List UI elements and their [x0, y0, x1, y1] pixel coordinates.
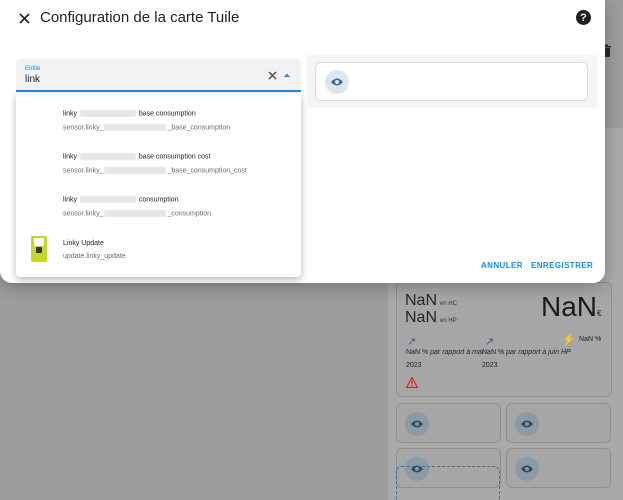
total-cost: NaN€ [541, 291, 602, 322]
tile-card[interactable] [506, 448, 611, 488]
lightning-icon: ⚡ [562, 334, 576, 346]
hc-value: NaN en HC [405, 292, 458, 309]
redacted-text [79, 110, 136, 117]
option-id: sensor.linky_ _consumption [63, 210, 212, 218]
close-button[interactable] [14, 8, 34, 28]
close-icon [268, 71, 276, 79]
stat-juin: NaN % par rapport à juin HP [482, 349, 571, 356]
clear-button[interactable] [266, 69, 278, 81]
tile-card[interactable] [396, 403, 501, 443]
trend-up-icon: ↗ [407, 336, 417, 348]
linky-meter-icon [31, 236, 47, 262]
stat-mai-year: 2023 [406, 362, 422, 369]
eye-icon [515, 412, 539, 436]
option-id: update.linky_update [63, 253, 126, 260]
eye-icon [325, 70, 349, 94]
option-name: linky base consumption cost [63, 153, 211, 161]
option-name: linky base consumption [63, 110, 196, 118]
hp-value: NaN en HP [405, 309, 457, 326]
redacted-text [79, 196, 136, 203]
help-icon[interactable]: ? [576, 10, 591, 25]
add-card-placeholder[interactable] [396, 466, 500, 500]
list-item[interactable]: linky base consumption sensor.linky_ _bas… [16, 101, 301, 143]
dialog-title: Configuration de la carte Tuile [40, 9, 240, 26]
entity-input[interactable] [25, 74, 265, 85]
eye-icon [405, 412, 429, 436]
stat-mai: NaN % par rapport à mai [406, 349, 484, 356]
list-item[interactable]: linky consumption sensor.linky_ _consumpt… [16, 188, 301, 230]
entity-label: Entité [25, 66, 41, 72]
tile-card[interactable] [506, 403, 611, 443]
option-id: sensor.linky_ _base_consumption [63, 124, 231, 132]
option-id: sensor.linky_ _base_consumption_cost [63, 167, 247, 175]
list-item[interactable]: linky base consumption cost sensor.linky… [16, 145, 301, 187]
card-preview[interactable] [315, 62, 588, 101]
warning-icon [406, 377, 418, 388]
trend-up-icon: ↗ [485, 336, 495, 348]
save-button[interactable]: ENREGISTRER [531, 261, 593, 270]
close-icon [18, 12, 30, 24]
redacted-text [104, 167, 167, 174]
chevron-up-icon[interactable] [282, 70, 292, 80]
entity-dropdown: linky base consumption sensor.linky_ _bas… [16, 93, 301, 277]
list-item[interactable]: Linky Update update.linky_update [16, 231, 301, 273]
energy-card[interactable]: NaN en HC NaN en HP NaN€ ↗ ↗ ⚡ NaN % par r… [396, 282, 612, 397]
redacted-text [79, 153, 136, 160]
card-config-dialog: Configuration de la carte Tuile ? Entité… [0, 0, 605, 283]
redacted-text [104, 124, 167, 131]
stat-juin-year: 2023 [482, 362, 498, 369]
cancel-button[interactable]: ANNULER [481, 261, 523, 270]
option-name: linky consumption [63, 196, 179, 204]
entity-field[interactable]: Entité [16, 59, 301, 92]
eye-icon [515, 457, 539, 481]
stat-third: NaN % [579, 336, 602, 343]
option-name: Linky Update [63, 240, 104, 247]
redacted-text [104, 210, 167, 217]
